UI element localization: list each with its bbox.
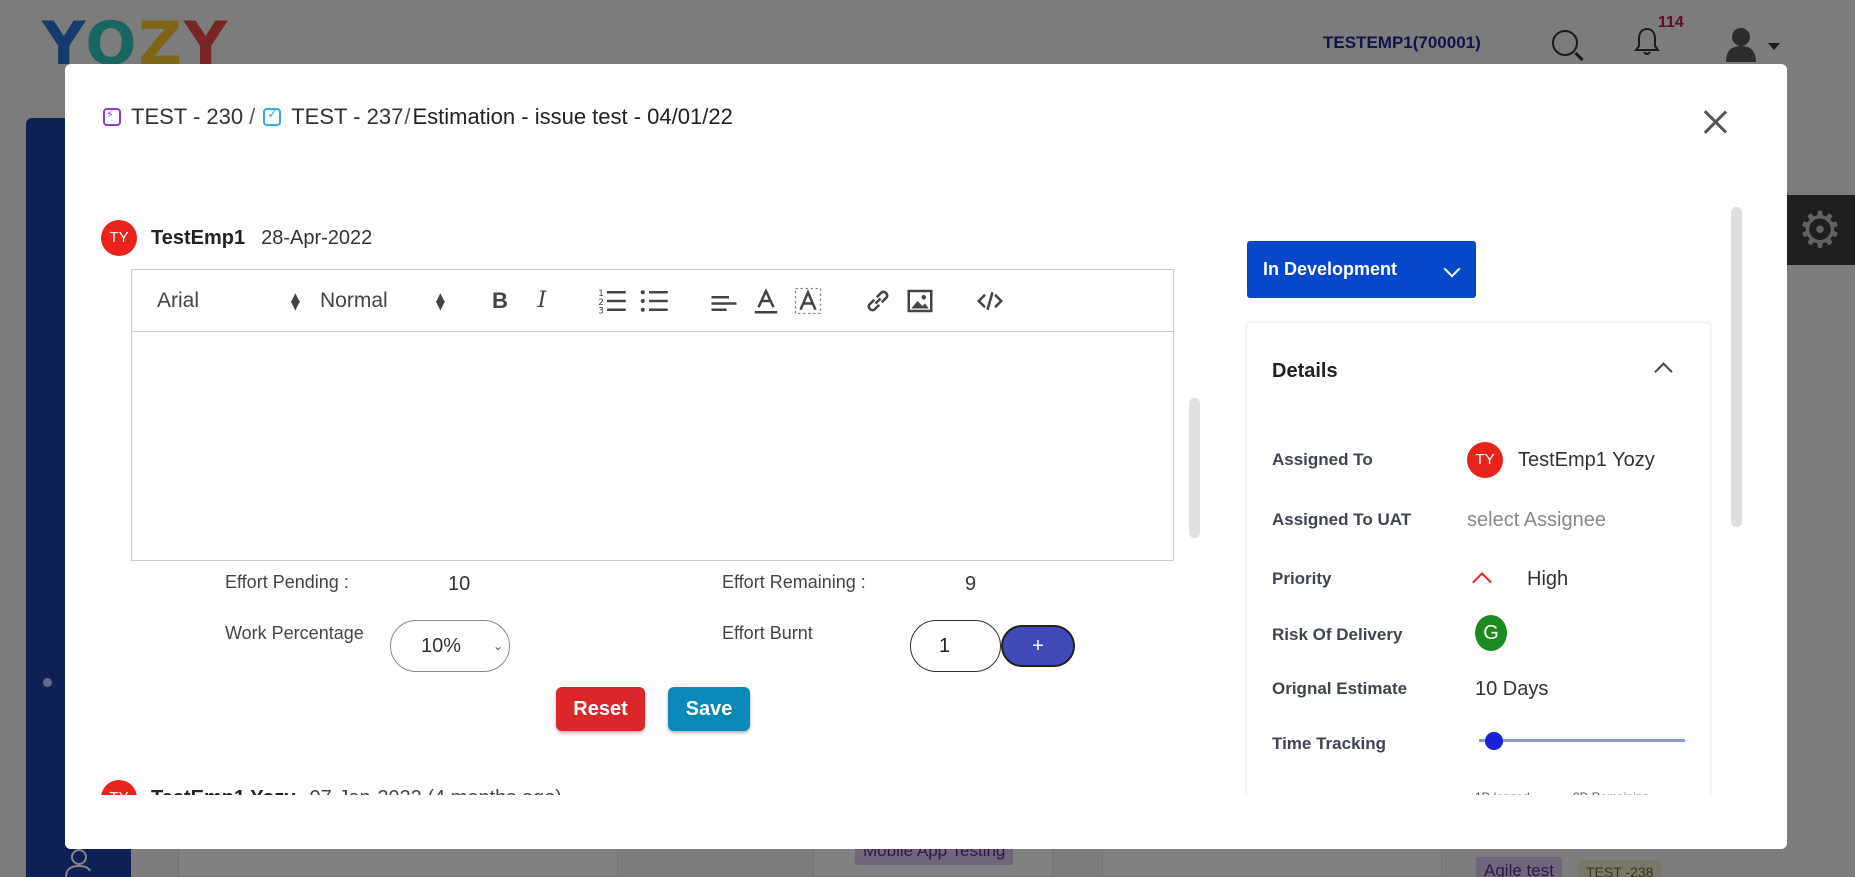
breadcrumb-task[interactable]: TEST - 237 xyxy=(291,104,403,130)
effort-remaining-label: Effort Remaining : xyxy=(722,572,866,592)
assigned-to-value[interactable]: TestEmp1 Yozy xyxy=(1518,449,1655,472)
work-percentage-value: 10% xyxy=(421,634,462,657)
link-icon[interactable] xyxy=(863,286,893,316)
effort-burnt-input[interactable]: 1 xyxy=(910,620,1001,672)
effort-pending-label: Effort Pending : xyxy=(225,572,349,592)
font-size-select[interactable]: Normal ▲ ▼ xyxy=(320,289,445,313)
epic-icon xyxy=(103,108,121,126)
issue-title[interactable]: Estimation - issue test - 04/01/22 xyxy=(412,104,732,130)
save-button[interactable]: Save xyxy=(668,687,750,731)
comment-author: TestEmp1 xyxy=(151,226,246,249)
code-icon[interactable] xyxy=(975,286,1005,316)
priority-high-icon xyxy=(1472,572,1492,592)
details-panel: Details Assigned To TY TestEmp1 Yozy Ass… xyxy=(1246,322,1711,849)
breadcrumb: TEST - 230 / TEST - 237 / Estimation - i… xyxy=(103,104,733,130)
comment-header: TY TestEmp1 28-Apr-2022 xyxy=(101,220,372,256)
time-tracking-thumb[interactable] xyxy=(1485,732,1503,750)
editor-toolbar: Arial ▲ ▼ Normal ▲ ▼ B I 1 2 3 xyxy=(132,270,1173,332)
text-color-icon[interactable] xyxy=(751,286,781,316)
updown-icon: ▲ ▼ xyxy=(435,289,445,312)
risk-badge[interactable]: G xyxy=(1475,615,1507,651)
work-percentage-label: Work Percentage xyxy=(225,623,364,643)
chevron-down-icon xyxy=(1443,260,1461,278)
comment-editor: Arial ▲ ▼ Normal ▲ ▼ B I 1 2 3 xyxy=(131,269,1174,561)
bold-icon[interactable]: B xyxy=(485,286,515,316)
time-tracking-label: Time Tracking xyxy=(1272,734,1387,753)
avatar: TY xyxy=(1467,442,1503,478)
comment-text-area[interactable] xyxy=(132,332,1173,560)
assigned-to-uat-label: Assigned To UAT xyxy=(1272,510,1412,529)
breadcrumb-separator: / xyxy=(249,104,256,129)
status-dropdown[interactable]: In Development xyxy=(1247,241,1476,298)
font-family-value: Arial xyxy=(157,288,200,312)
assigned-to-label: Assigned To xyxy=(1272,450,1373,469)
svg-text:3: 3 xyxy=(598,306,604,316)
scroll-clip xyxy=(1225,795,1745,849)
bullet-list-icon[interactable] xyxy=(639,286,669,316)
time-tracking-bar[interactable] xyxy=(1479,739,1685,742)
italic-icon[interactable]: I xyxy=(527,286,557,316)
chevron-down-icon: ⌄ xyxy=(492,639,503,653)
updown-icon: ▲ ▼ xyxy=(290,289,300,312)
status-value: In Development xyxy=(1263,259,1398,279)
scrollbar[interactable] xyxy=(1731,207,1742,527)
risk-of-delivery-label: Risk Of Delivery xyxy=(1272,625,1403,644)
effort-burnt-label: Effort Burnt xyxy=(722,623,813,643)
assignee-select[interactable]: select Assignee xyxy=(1467,509,1606,532)
issue-modal: TEST - 230 / TEST - 237 / Estimation - i… xyxy=(65,64,1787,849)
align-left-icon[interactable] xyxy=(709,286,739,316)
close-icon[interactable] xyxy=(1701,108,1729,136)
scrollbar[interactable] xyxy=(1189,398,1200,538)
add-effort-button[interactable]: + xyxy=(1001,625,1075,667)
task-icon xyxy=(263,107,282,126)
avatar: TY xyxy=(101,220,137,256)
priority-value[interactable]: High xyxy=(1527,568,1568,591)
scroll-clip xyxy=(65,795,1225,849)
breadcrumb-epic[interactable]: TEST - 230 xyxy=(131,104,243,130)
reset-button[interactable]: Reset xyxy=(556,687,645,731)
breadcrumb-separator: / xyxy=(404,104,411,129)
chevron-up-icon[interactable] xyxy=(1654,362,1673,381)
font-family-select[interactable]: Arial ▲ ▼ xyxy=(157,289,300,313)
priority-label: Priority xyxy=(1272,569,1332,588)
comment-date: 28-Apr-2022 xyxy=(261,226,373,249)
details-title: Details xyxy=(1272,360,1338,382)
ordered-list-icon[interactable]: 1 2 3 xyxy=(597,286,627,316)
effort-remaining-value: 9 xyxy=(965,573,977,595)
original-estimate-label: Orignal Estimate xyxy=(1272,679,1408,698)
image-icon[interactable] xyxy=(905,286,935,316)
background-color-icon[interactable] xyxy=(793,286,823,316)
effort-pending-value: 10 xyxy=(448,573,471,595)
font-size-value: Normal xyxy=(320,288,388,312)
original-estimate-value[interactable]: 10 Days xyxy=(1475,678,1548,701)
work-percentage-select[interactable]: 10% ⌄ xyxy=(390,620,510,672)
